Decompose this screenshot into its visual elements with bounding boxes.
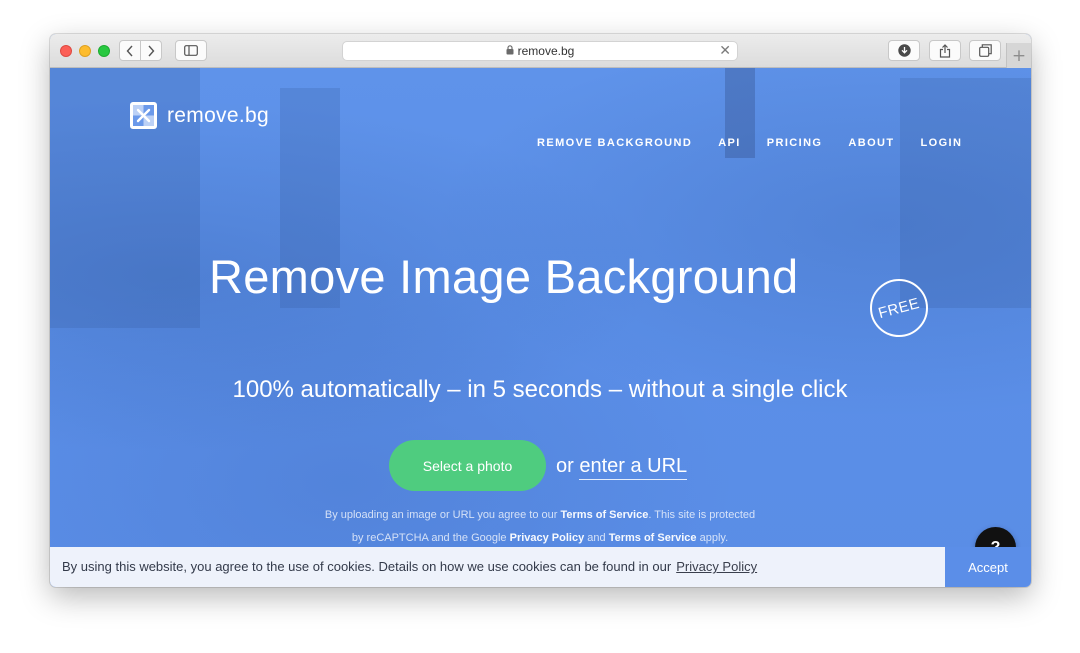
legal-text: and (584, 532, 609, 544)
back-button[interactable] (119, 40, 141, 61)
close-icon[interactable]: ✕ (719, 43, 731, 59)
share-icon (939, 43, 951, 58)
legal-text: by reCAPTCHA and the Google (351, 532, 510, 544)
zoom-window-button[interactable] (98, 45, 110, 57)
cookie-banner: By using this website, you agree to the … (50, 547, 1031, 587)
logo-text: remove.bg (167, 103, 269, 127)
select-photo-button[interactable]: Select a photo (389, 440, 546, 491)
or-text: or (556, 455, 580, 477)
cookie-privacy-policy-link[interactable]: Privacy Policy (676, 559, 757, 574)
share-button[interactable] (929, 40, 961, 61)
free-badge-label: FREE (876, 294, 922, 322)
downloads-button[interactable] (888, 40, 920, 61)
page-content: remove.bg REMOVE BACKGROUND API PRICING … (50, 68, 1031, 587)
hero-subtitle: 100% automatically – in 5 seconds – with… (232, 376, 848, 403)
terms-of-service-link[interactable]: Terms of Service (560, 509, 648, 521)
site-logo[interactable]: remove.bg (130, 102, 269, 129)
tabs-icon (978, 44, 992, 57)
nav-api[interactable]: API (718, 137, 741, 149)
legal-text: By uploading an image or URL you agree t… (324, 509, 561, 521)
tab-overview-button[interactable] (969, 40, 1001, 61)
cookie-message: By using this website, you agree to the … (62, 559, 757, 574)
free-badge: FREE (870, 279, 928, 337)
legal-text: . This site is protected (648, 509, 756, 521)
address-bar[interactable]: remove.bg ✕ (342, 41, 738, 61)
forward-button[interactable] (140, 40, 162, 61)
remove-bg-logo-icon (130, 102, 157, 129)
nav-remove-background[interactable]: REMOVE BACKGROUND (537, 137, 692, 149)
new-tab-button[interactable]: + (1006, 43, 1031, 68)
nav-about[interactable]: ABOUT (848, 137, 894, 149)
enter-url-link[interactable]: enter a URL (579, 455, 688, 480)
legal-line-1: By uploading an image or URL you agree t… (230, 504, 850, 527)
main-nav: REMOVE BACKGROUND API PRICING ABOUT LOGI… (537, 137, 988, 149)
url-text: remove.bg (517, 44, 575, 58)
lock-icon (506, 44, 514, 58)
sidebar-toggle-button[interactable] (175, 40, 207, 61)
hero-title: Remove Image Background (209, 250, 799, 303)
legal-text: apply. (696, 532, 729, 544)
accept-cookies-button[interactable]: Accept (945, 547, 1031, 587)
sidebar-icon (184, 45, 198, 56)
browser-toolbar: remove.bg ✕ + (50, 34, 1031, 68)
background-building (900, 78, 1031, 308)
google-terms-link[interactable]: Terms of Service (609, 532, 697, 544)
nav-pricing[interactable]: PRICING (767, 137, 823, 149)
legal-notice: By uploading an image or URL you agree t… (230, 504, 850, 550)
chevron-right-icon (148, 45, 155, 56)
browser-window: remove.bg ✕ + remove.bg REMOVE BACKGROUN… (50, 34, 1031, 587)
minimize-window-button[interactable] (79, 45, 91, 57)
privacy-policy-link[interactable]: Privacy Policy (510, 532, 585, 544)
nav-login[interactable]: LOGIN (921, 137, 963, 149)
chevron-left-icon (126, 45, 133, 56)
cookie-text: By using this website, you agree to the … (62, 559, 672, 574)
close-window-button[interactable] (60, 45, 72, 57)
enter-url-prompt: or enter a URL (556, 455, 688, 480)
download-icon (897, 44, 911, 57)
